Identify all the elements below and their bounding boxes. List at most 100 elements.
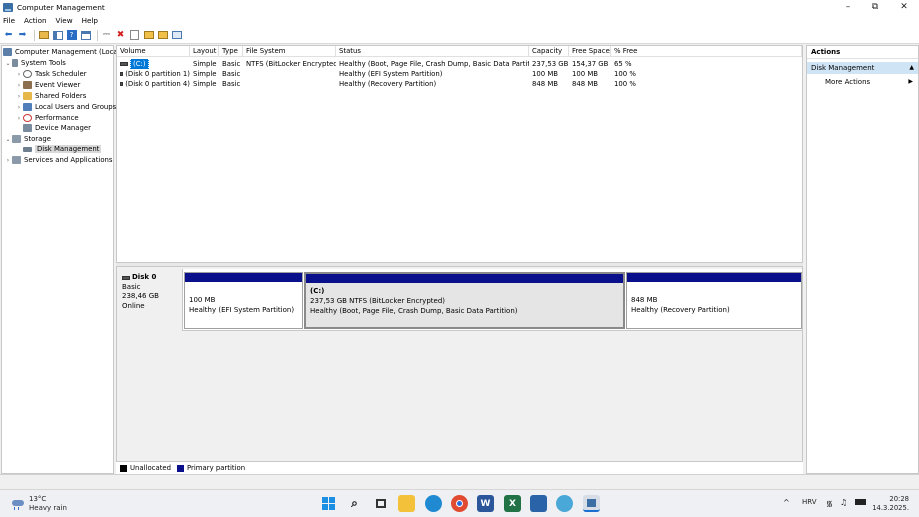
primary-partition-bar (306, 274, 623, 283)
column-header-volume[interactable]: Volume (117, 46, 190, 57)
legend-unallocated: Unallocated (130, 464, 172, 472)
store-icon[interactable] (530, 495, 547, 512)
table-cell (243, 69, 336, 79)
tree-item-local-users[interactable]: › Local Users and Groups (15, 102, 116, 112)
tree-item-device-manager[interactable]: Device Manager (23, 123, 91, 133)
menu-view[interactable]: View (56, 16, 73, 25)
partition-c[interactable]: (C:) 237,53 GB NTFS (BitLocker Encrypted… (304, 272, 625, 329)
expand-chevron-icon[interactable]: › (15, 71, 23, 78)
collapse-chevron-icon[interactable]: ⌄ (4, 60, 12, 67)
partition-label (631, 285, 801, 295)
tree-item-root[interactable]: Computer Management (Local) (3, 47, 122, 57)
minimize-button[interactable]: – (833, 0, 863, 14)
actions-header: Actions (807, 46, 918, 59)
table-row[interactable]: (Disk 0 partition 1) (117, 69, 190, 79)
disk-size: 238,46 GB (122, 292, 159, 300)
delete-icon[interactable]: ✖ (115, 30, 126, 41)
clock-icon (23, 70, 32, 78)
column-header-percent-free[interactable]: % Free (611, 46, 802, 57)
tree-item-services[interactable]: › Services and Applications (4, 155, 113, 165)
tree-item-task-scheduler[interactable]: › Task Scheduler (15, 69, 87, 79)
tree-item-storage[interactable]: ⌄ Storage (4, 134, 51, 144)
menu-help[interactable]: Help (82, 16, 98, 25)
partition-efi[interactable]: 100 MB Healthy (EFI System Partition) (184, 272, 303, 329)
expand-chevron-icon[interactable]: › (4, 157, 12, 164)
edge-browser-icon[interactable] (425, 495, 442, 512)
partition-label (189, 285, 302, 295)
help-icon[interactable]: ? (66, 30, 77, 41)
users-icon (23, 103, 32, 111)
close-button[interactable]: ✕ (889, 0, 919, 14)
tree-item-system-tools[interactable]: ⌄ System Tools (4, 58, 66, 68)
column-header-free-space[interactable]: Free Space (569, 46, 611, 57)
app-icon[interactable] (556, 495, 573, 512)
view-icon[interactable] (171, 30, 182, 41)
new-folder-icon[interactable] (143, 30, 154, 41)
partition-size: 100 MB (189, 296, 216, 304)
volume-icon[interactable]: ♫ (840, 498, 847, 507)
partition-recovery[interactable]: 848 MB Healthy (Recovery Partition) (626, 272, 802, 329)
show-hidden-icons-chevron-icon[interactable]: ^ (783, 498, 790, 507)
actions-section-disk-management[interactable]: Disk Management ▲ (807, 62, 918, 74)
tree-item-event-viewer[interactable]: › Event Viewer (15, 80, 80, 90)
column-header-status[interactable]: Status (336, 46, 529, 57)
window-title: Computer Management (17, 2, 105, 12)
title-bar: Computer Management – ⧉ ✕ (0, 0, 919, 14)
battery-icon[interactable] (855, 498, 866, 505)
tree-item-shared-folders[interactable]: › Shared Folders (15, 91, 86, 101)
search-folder-icon[interactable] (157, 30, 168, 41)
table-cell: 154,37 GB (572, 60, 609, 68)
table-cell: Basic (222, 70, 241, 78)
collapse-up-icon[interactable]: ▲ (909, 62, 914, 74)
tree-item-disk-management[interactable]: Disk Management (23, 144, 102, 154)
taskbar: 13°C Heavy rain ⌕ W X ^ HRV ᯾ ♫ 20:28 14… (0, 489, 919, 517)
more-actions-item[interactable]: More Actions ▶ (807, 76, 918, 88)
expand-chevron-icon[interactable]: › (15, 82, 23, 89)
expand-chevron-icon[interactable]: › (15, 93, 23, 100)
up-folder-icon[interactable] (38, 30, 49, 41)
forward-arrow-icon[interactable]: ➡ (17, 30, 28, 41)
column-header-file-system[interactable]: File System (243, 46, 336, 57)
start-button[interactable] (320, 495, 337, 512)
properties-icon[interactable] (80, 30, 91, 41)
show-hide-tree-icon[interactable] (52, 30, 63, 41)
performance-icon (23, 114, 32, 122)
search-icon[interactable]: ⌕ (346, 495, 363, 512)
disk-management-icon (23, 146, 32, 152)
clock-time: 20:28 (889, 495, 909, 503)
legend-primary: Primary partition (187, 464, 246, 472)
table-cell: Simple (193, 70, 217, 78)
clock[interactable]: 20:28 14.3.2025. (872, 495, 909, 513)
collapse-chevron-icon[interactable]: ⌄ (4, 136, 12, 143)
connect-icon[interactable]: ⎓ (101, 30, 112, 41)
status-bar (0, 474, 919, 489)
back-arrow-icon[interactable]: ⬅ (3, 30, 14, 41)
word-icon[interactable]: W (477, 495, 494, 512)
expand-chevron-icon[interactable]: › (15, 115, 23, 122)
table-cell: 848 MB (572, 80, 599, 88)
menu-file[interactable]: File (3, 16, 15, 25)
chrome-browser-icon[interactable] (451, 495, 468, 512)
column-header-layout[interactable]: Layout (190, 46, 219, 57)
table-cell (243, 79, 336, 89)
column-header-type[interactable]: Type (219, 46, 243, 57)
menu-action[interactable]: Action (24, 16, 47, 25)
wifi-icon[interactable]: ᯾ (826, 498, 833, 509)
table-row[interactable]: (C:) (117, 59, 190, 69)
computer-management-taskbar-icon[interactable] (583, 495, 600, 512)
checklist-icon[interactable] (129, 30, 140, 41)
excel-icon[interactable]: X (504, 495, 521, 512)
expand-chevron-icon[interactable]: › (15, 104, 23, 111)
file-explorer-icon[interactable] (398, 495, 415, 512)
disk-info[interactable]: Disk 0 Basic 238,46 GB Online (117, 269, 183, 331)
language-indicator[interactable]: HRV (802, 498, 817, 506)
tree-item-performance[interactable]: › Performance (15, 113, 79, 123)
menu-bar: File Action View Help (0, 14, 919, 27)
table-row[interactable]: (Disk 0 partition 4) (117, 79, 190, 89)
disk-graphical-view: Disk 0 Basic 238,46 GB Online 100 MB Hea… (116, 266, 803, 474)
task-view-icon[interactable] (372, 495, 389, 512)
restore-button[interactable]: ⧉ (860, 0, 890, 14)
column-header-capacity[interactable]: Capacity (529, 46, 569, 57)
table-cell: Simple (193, 60, 217, 68)
weather-widget[interactable]: 13°C Heavy rain (11, 495, 67, 513)
